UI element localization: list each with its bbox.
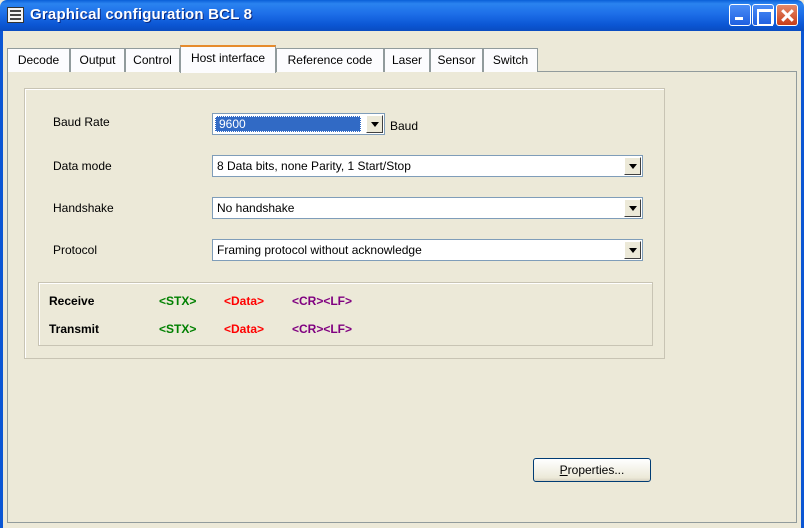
baud-rate-value: 9600 [215,116,361,132]
tab-decode[interactable]: Decode [7,48,70,72]
tab-control[interactable]: Control [125,48,180,72]
transmit-crlf: <CR><LF> [292,322,353,336]
protocol-label: Protocol [53,243,98,257]
transmit-stx: <STX> [159,322,197,336]
data-mode-select[interactable]: 8 Data bits, none Parity, 1 Start/Stop [212,155,643,177]
baud-unit-label: Baud [390,119,419,133]
protocol-value: Framing protocol without acknowledge [217,243,422,257]
chevron-down-icon[interactable] [624,241,641,259]
data-mode-label: Data mode [53,159,112,173]
data-mode-value: 8 Data bits, none Parity, 1 Start/Stop [217,159,411,173]
tab-laser[interactable]: Laser [384,48,430,72]
minimize-button[interactable] [729,4,751,26]
handshake-select[interactable]: No handshake [212,197,643,219]
title-bar[interactable]: Graphical configuration BCL 8 [0,0,804,31]
properties-mnemonic: P [559,463,568,477]
receive-data: <Data> [224,294,265,308]
close-button[interactable] [776,4,798,26]
transmit-data: <Data> [224,322,265,336]
properties-label: roperties... [567,463,625,477]
protocol-select[interactable]: Framing protocol without acknowledge [212,239,643,261]
receive-label: Receive [49,294,95,308]
window-title: Graphical configuration BCL 8 [30,6,253,23]
chevron-down-icon[interactable] [624,157,641,175]
tab-output[interactable]: Output [70,48,125,72]
tab-switch[interactable]: Switch [483,48,538,72]
chevron-down-icon[interactable] [624,199,641,217]
tab-host-interface[interactable]: Host interface [180,45,276,73]
receive-stx: <STX> [159,294,197,308]
baud-rate-select[interactable]: 9600 [212,113,385,135]
chevron-down-icon[interactable] [366,115,383,133]
window-frame-left [0,31,3,528]
transmit-label: Transmit [49,322,100,336]
tab-sensor[interactable]: Sensor [430,48,483,72]
baud-rate-label: Baud Rate [53,115,110,129]
app-icon[interactable] [7,7,24,23]
maximize-button[interactable] [752,4,774,26]
handshake-label: Handshake [53,201,114,215]
properties-button[interactable]: Properties... [533,458,651,482]
handshake-value: No handshake [217,201,295,215]
tab-reference-code[interactable]: Reference code [276,48,384,72]
frame-preview-box: Receive <STX> <Data> <CR><LF> Transmit <… [38,282,653,346]
receive-crlf: <CR><LF> [292,294,353,308]
